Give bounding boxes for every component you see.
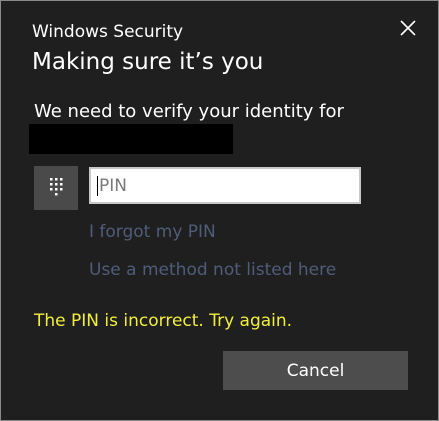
verification-message: We need to verify your identity for: [34, 101, 344, 122]
windows-security-dialog: Windows Security Making sure it’s you We…: [0, 0, 439, 421]
pin-input[interactable]: [89, 167, 361, 204]
app-title: Windows Security: [32, 22, 184, 42]
other-method-link[interactable]: Use a method not listed here: [89, 259, 336, 281]
keypad-icon: [34, 166, 78, 210]
redacted-app-name: [29, 124, 233, 154]
dialog-heading: Making sure it’s you: [32, 49, 264, 75]
error-message: The PIN is incorrect. Try again.: [34, 311, 293, 331]
close-icon: [400, 20, 416, 36]
cancel-button[interactable]: Cancel: [223, 351, 408, 390]
close-button[interactable]: [397, 17, 419, 39]
text-caret: [97, 176, 98, 196]
forgot-pin-link[interactable]: I forgot my PIN: [89, 221, 216, 243]
